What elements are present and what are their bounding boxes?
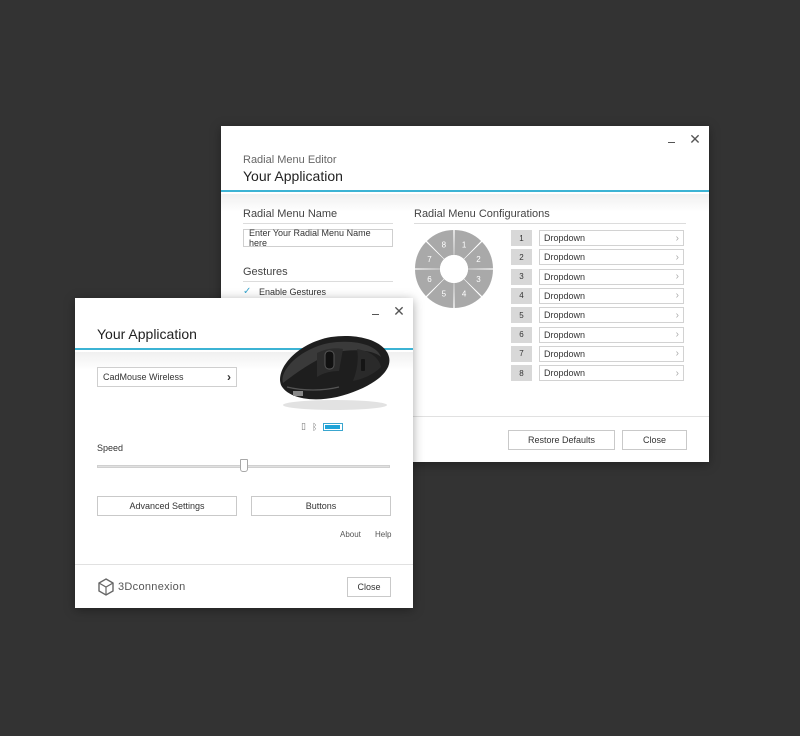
divider [414, 223, 686, 224]
chevron-right-icon: › [675, 309, 679, 321]
divider [243, 223, 393, 224]
configuration-row: 5 Dropdown › [511, 307, 684, 324]
speed-label: Speed [97, 443, 124, 453]
configuration-dropdown[interactable]: Dropdown › [539, 345, 684, 362]
buttons-button[interactable]: Buttons [251, 496, 391, 516]
configuration-dropdown[interactable]: Dropdown › [539, 307, 684, 324]
main-title: Your Application [97, 326, 197, 342]
configuration-dropdown[interactable]: Dropdown › [539, 287, 684, 304]
chevron-right-icon: › [675, 290, 679, 302]
dropdown-value: Dropdown [544, 368, 586, 379]
advanced-settings-button[interactable]: Advanced Settings [97, 496, 237, 516]
configuration-dropdown[interactable]: Dropdown › [539, 365, 684, 382]
wheel-segment-label: 2 [476, 255, 481, 264]
wheel-segment-label: 7 [427, 255, 432, 264]
wheel-center [440, 255, 468, 283]
about-link[interactable]: About [340, 530, 361, 539]
radial-menu-wheel[interactable]: 12345678 [414, 229, 494, 309]
configuration-number: 1 [511, 230, 532, 246]
footer-divider [75, 564, 413, 565]
chevron-right-icon: › [227, 370, 231, 384]
configuration-row: 1 Dropdown › [511, 230, 684, 246]
configuration-row: 4 Dropdown › [511, 287, 684, 304]
editor-title: Your Application [243, 168, 343, 184]
editor-close-button[interactable]: Close [622, 430, 687, 450]
main-window-controls: ✕ [369, 304, 405, 318]
battery-icon [323, 422, 344, 431]
mouse-image [280, 335, 390, 410]
enable-gestures-label: Enable Gestures [259, 287, 327, 297]
radial-menu-name-label: Radial Menu Name [243, 208, 338, 220]
minimize-icon[interactable] [369, 304, 381, 318]
configuration-number: 8 [511, 365, 532, 382]
chevron-right-icon: › [675, 348, 679, 360]
configuration-row: 3 Dropdown › [511, 268, 684, 285]
minimize-icon[interactable] [665, 132, 677, 146]
device-selector[interactable]: CadMouse Wireless › [97, 367, 237, 387]
configuration-number: 3 [511, 268, 532, 285]
dropdown-value: Dropdown [544, 290, 586, 301]
speed-slider-thumb[interactable] [239, 459, 248, 472]
enable-gestures-checkbox[interactable]: ✓ Enable Gestures [243, 286, 327, 298]
device-name: CadMouse Wireless [103, 372, 184, 382]
wheel-segment-label: 4 [462, 289, 467, 298]
gestures-label: Gestures [243, 266, 288, 278]
configuration-dropdown[interactable]: Dropdown › [539, 326, 684, 343]
configuration-number: 7 [511, 345, 532, 362]
main-close-button[interactable]: Close [347, 577, 391, 597]
radial-menu-name-input[interactable]: Enter Your Radial Menu Name here [243, 228, 393, 248]
radial-menu-configurations-label: Radial Menu Configurations [414, 208, 550, 220]
help-link[interactable]: Help [375, 530, 391, 539]
configuration-dropdown[interactable]: Dropdown › [539, 268, 684, 285]
editor-subtitle: Radial Menu Editor [243, 154, 337, 166]
wheel-segment-label: 5 [442, 289, 447, 298]
brand-logo: 3Dconnexion [97, 578, 186, 596]
dropdown-value: Dropdown [544, 348, 586, 359]
configuration-row: 7 Dropdown › [511, 345, 684, 362]
device-status: ▯ ᛒ [301, 421, 344, 432]
wheel-segment-label: 1 [462, 241, 467, 250]
chevron-right-icon: › [675, 271, 679, 283]
dropdown-value: Dropdown [544, 329, 586, 340]
configuration-row: 8 Dropdown › [511, 365, 684, 382]
device-settings-window: Your Application ✕ CadMouse Wireless › ▯… [75, 298, 413, 608]
configuration-number: 6 [511, 326, 532, 343]
brand-name: 3Dconnexion [118, 581, 186, 593]
chevron-right-icon: › [675, 329, 679, 340]
configuration-row: 2 Dropdown › [511, 249, 684, 266]
dropdown-value: Dropdown [544, 233, 586, 243]
configuration-row: 6 Dropdown › [511, 326, 684, 343]
usb-icon: ▯ [301, 421, 306, 431]
checkmark-icon: ✓ [243, 286, 252, 297]
configuration-number: 2 [511, 249, 532, 266]
editor-window-controls: ✕ [665, 132, 701, 146]
close-icon[interactable]: ✕ [689, 132, 701, 146]
restore-defaults-button[interactable]: Restore Defaults [508, 430, 615, 450]
chevron-right-icon: › [675, 367, 679, 379]
cube-logo-icon [98, 578, 114, 596]
configuration-number: 4 [511, 287, 532, 304]
bluetooth-icon: ᛒ [311, 421, 318, 432]
wheel-segment-label: 3 [476, 275, 481, 284]
divider [243, 281, 393, 282]
configuration-dropdown[interactable]: Dropdown › [539, 249, 684, 266]
dropdown-value: Dropdown [544, 310, 586, 321]
dropdown-value: Dropdown [544, 252, 586, 263]
wheel-segment-label: 6 [427, 275, 432, 284]
configuration-number: 5 [511, 307, 532, 324]
chevron-right-icon: › [675, 232, 679, 244]
editor-header: Radial Menu Editor Your Application ✕ [221, 126, 709, 192]
battery-level [325, 424, 340, 429]
wheel-segment-label: 8 [442, 241, 447, 250]
close-icon[interactable]: ✕ [393, 304, 405, 318]
chevron-right-icon: › [675, 251, 679, 263]
configuration-dropdown[interactable]: Dropdown › [539, 230, 684, 246]
dropdown-value: Dropdown [544, 271, 586, 282]
